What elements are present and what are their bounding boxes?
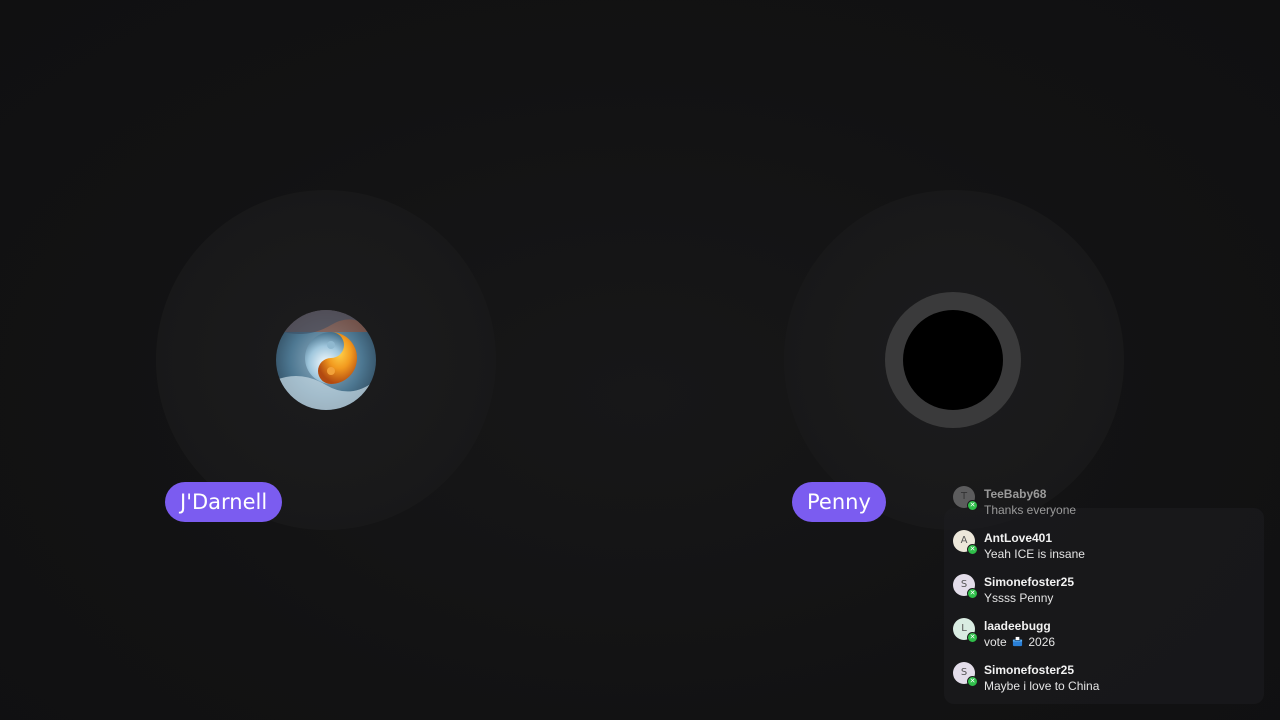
penny-avatar-ring[interactable] — [885, 292, 1021, 428]
chat-text: Thanks everyone — [984, 503, 1077, 517]
check-badge-icon: ✕ — [967, 676, 978, 687]
speaker-name-jdarnell[interactable]: J'Darnell — [165, 482, 283, 522]
check-badge-icon: ✕ — [967, 632, 978, 643]
ballot-box-icon — [1012, 636, 1023, 647]
chat-message: L ✕ laadeebugg vote 2026 — [952, 616, 1272, 660]
chat-message: T ✕ TeeBaby68 Thanks everyone — [952, 484, 1272, 528]
check-badge-icon: ✕ — [967, 588, 978, 599]
chat-username[interactable]: TeeBaby68 — [984, 484, 1272, 502]
chat-text: Yeah ICE is insane — [984, 547, 1085, 561]
chat-message: S ✕ Simonefoster25 Yssss Penny — [952, 572, 1272, 616]
yin-yang-fire-ice-image — [276, 310, 376, 410]
chat-text-before: vote — [984, 635, 1011, 649]
audio-room-stage: J'Darnell Penny T ✕ TeeBaby68 Thanks eve… — [0, 0, 1280, 720]
chat-username[interactable]: AntLove401 — [984, 528, 1272, 546]
chat-message: S ✕ Simonefoster25 Maybe i love to China — [952, 660, 1272, 704]
check-badge-icon: ✕ — [967, 544, 978, 555]
chat-message: A ✕ AntLove401 Yeah ICE is insane — [952, 528, 1272, 572]
chat-list: T ✕ TeeBaby68 Thanks everyone A ✕ AntLov… — [952, 484, 1272, 704]
chat-text: vote 2026 — [984, 634, 1272, 650]
chat-username[interactable]: Simonefoster25 — [984, 572, 1272, 590]
chat-username[interactable]: laadeebugg — [984, 616, 1272, 634]
speaker-name-penny[interactable]: Penny — [792, 482, 886, 522]
penny-avatar — [903, 310, 1003, 410]
chat-username[interactable]: Simonefoster25 — [984, 660, 1272, 678]
chat-text-after: 2026 — [1025, 635, 1056, 649]
chat-text: Yssss Penny — [984, 591, 1054, 605]
check-badge-icon: ✕ — [967, 500, 978, 511]
jdarnell-avatar[interactable] — [276, 310, 376, 410]
chat-text: Maybe i love to China — [984, 679, 1100, 693]
